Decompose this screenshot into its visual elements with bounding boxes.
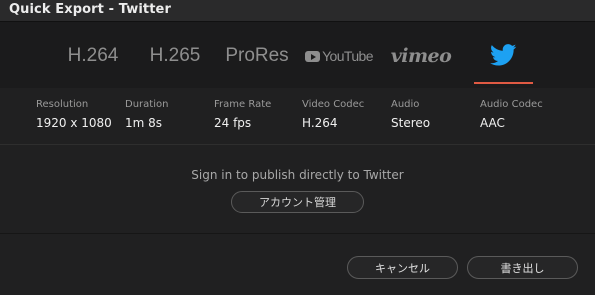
prop-label: Resolution [36,99,89,110]
export-properties: Resolution 1920 x 1080 Duration 1m 8s Fr… [0,88,595,145]
title-bar: Quick Export - Twitter [0,0,595,21]
prop-value: 1920 x 1080 [36,116,112,130]
prop-value: AAC [480,116,505,130]
cancel-button[interactable]: キャンセル [347,256,458,279]
tab-prores[interactable]: ProRes [225,41,289,71]
format-tabs: H.264 H.265 ProRes YouTube vimeo [0,21,595,88]
signin-message: Sign in to publish directly to Twitter [191,168,404,182]
twitter-icon [489,44,516,66]
prop-label: Video Codec [302,99,365,110]
account-management-button[interactable]: アカウント管理 [231,191,364,213]
tab-youtube-label: YouTube [322,48,373,64]
tab-prores-label: ProRes [225,45,289,66]
prop-value: 24 fps [214,116,252,130]
prop-audio-codec: Audio Codec AAC [480,99,543,130]
window-title: Quick Export - Twitter [9,2,171,17]
tab-h265-label: H.265 [149,45,201,66]
prop-value: 1m 8s [125,116,163,130]
youtube-icon [305,50,321,62]
tab-h264-label: H.264 [67,45,119,66]
tab-twitter[interactable] [474,36,532,74]
prop-resolution: Resolution 1920 x 1080 [36,99,112,130]
export-button[interactable]: 書き出し [467,256,578,279]
prop-label: Duration [125,99,169,110]
prop-duration: Duration 1m 8s [125,99,168,130]
selected-tab-indicator [474,82,533,84]
tab-h265[interactable]: H.265 [148,41,202,71]
prop-value: Stereo [391,116,431,130]
prop-label: Audio Codec [480,99,543,110]
footer-divider [0,233,595,234]
prop-label: Audio [391,99,420,110]
prop-video-codec: Video Codec H.264 [302,99,364,130]
tab-vimeo[interactable]: vimeo [388,41,454,71]
youtube-logo: YouTube [305,48,374,64]
prop-value: H.264 [302,116,338,130]
prop-frame-rate: Frame Rate 24 fps [214,99,271,130]
tab-youtube[interactable]: YouTube [305,41,374,71]
tab-vimeo-label: vimeo [390,45,452,67]
tab-h264[interactable]: H.264 [66,41,120,71]
prop-label: Frame Rate [214,99,272,110]
prop-audio: Audio Stereo [391,99,430,130]
